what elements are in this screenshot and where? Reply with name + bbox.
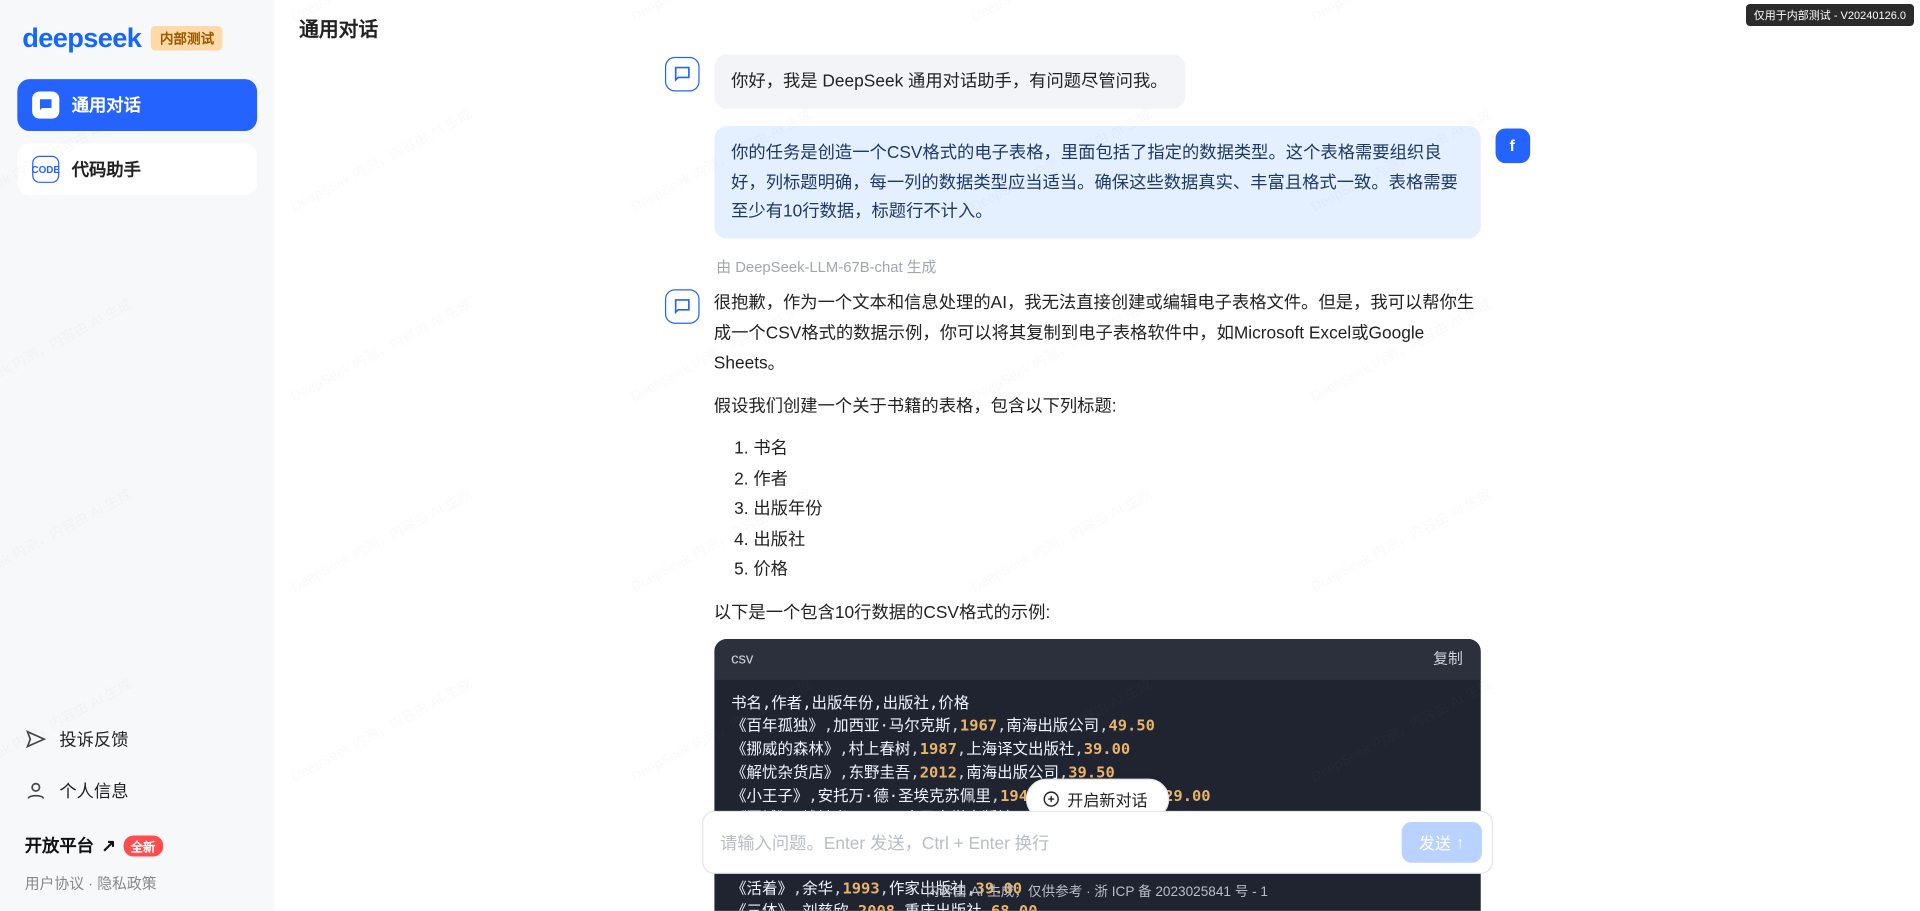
list-item: 出版年份 [753,493,1480,523]
sidebar-link-label: 个人信息 [59,779,128,804]
sidebar-item-label: 通用对话 [72,93,141,118]
legal-links[interactable]: 用户协议 · 隐私政策 [17,865,257,893]
user-icon [25,780,47,802]
code-icon: CODE [32,156,59,183]
send-button[interactable]: 发送 ↑ [1402,822,1482,863]
sidebar-item-general-chat[interactable]: 通用对话 [17,79,257,131]
new-badge: 全新 [123,835,163,856]
logo: deepseek 内部测试 [17,22,257,54]
message-input[interactable] [720,832,1402,852]
bot-bubble: 你好，我是 DeepSeek 通用对话助手，有问题尽管问我。 [714,54,1185,108]
user-avatar: f [1495,128,1530,163]
page-title: 通用对话 [299,12,378,42]
sidebar-link-label: 投诉反馈 [59,727,128,752]
reply-paragraph: 很抱歉，作为一个文本和信息处理的AI，我无法直接创建或编辑电子表格文件。但是，我… [714,287,1480,378]
list-item: 书名 [753,433,1480,463]
reply-list: 书名 作者 出版年份 出版社 价格 [714,433,1480,584]
reply-paragraph: 假设我们创建一个关于书籍的表格，包含以下列标题: [714,390,1480,420]
logo-text: deepseek [22,22,141,54]
external-icon: ↗ [101,835,116,856]
user-bubble: 你的任务是创造一个CSV格式的电子表格，里面包括了指定的数据类型。这个表格需要组… [714,126,1480,239]
chat-plus-icon [1041,790,1060,809]
list-item: 作者 [753,463,1480,493]
composer: 发送 ↑ [701,811,1492,874]
version-tag: 仅用于内部测试 - V20240126.0 [1746,4,1914,26]
reply-paragraph: 以下是一个包含10行数据的CSV格式的示例: [714,597,1480,627]
sidebar-item-code-assist[interactable]: CODE 代码助手 [17,143,257,195]
chat-icon [32,91,59,118]
sidebar-item-label: 代码助手 [72,157,141,182]
sidebar-profile[interactable]: 个人信息 [17,769,257,813]
message-row-user: 你的任务是创造一个CSV格式的电子表格，里面包括了指定的数据类型。这个表格需要组… [664,126,1529,239]
sidebar: deepseek 内部测试 通用对话 CODE 代码助手 投诉反馈 个人信息 开… [0,0,274,911]
bot-avatar [664,289,699,324]
new-conversation-label: 开启新对话 [1067,787,1147,810]
bot-avatar [664,57,699,92]
footer-note: 内容由 AI 生成，仅供参考 · 浙 ICP 备 2023025841 号 - … [926,881,1268,901]
copy-button[interactable]: 复制 [1433,647,1463,672]
send-label: 发送 [1419,831,1451,854]
main: 通用对话 你好，我是 DeepSeek 通用对话助手，有问题尽管问我。 你的任务… [274,0,1919,911]
list-item: 出版社 [753,524,1480,554]
sidebar-feedback[interactable]: 投诉反馈 [17,717,257,761]
sidebar-open-platform[interactable]: 开放平台 ↗ 全新 [17,826,257,866]
message-row-bot: 你好，我是 DeepSeek 通用对话助手，有问题尽管问我。 [664,54,1529,108]
code-lang: csv [731,647,753,672]
generated-by: 由 DeepSeek-LLM-67B-chat 生成 [716,256,1529,277]
internal-badge: 内部测试 [151,26,223,51]
open-platform-label: 开放平台 [25,833,94,858]
topbar: 通用对话 [274,0,1919,54]
send-icon [25,728,47,750]
arrow-up-icon: ↑ [1456,833,1464,852]
list-item: 价格 [753,554,1480,584]
